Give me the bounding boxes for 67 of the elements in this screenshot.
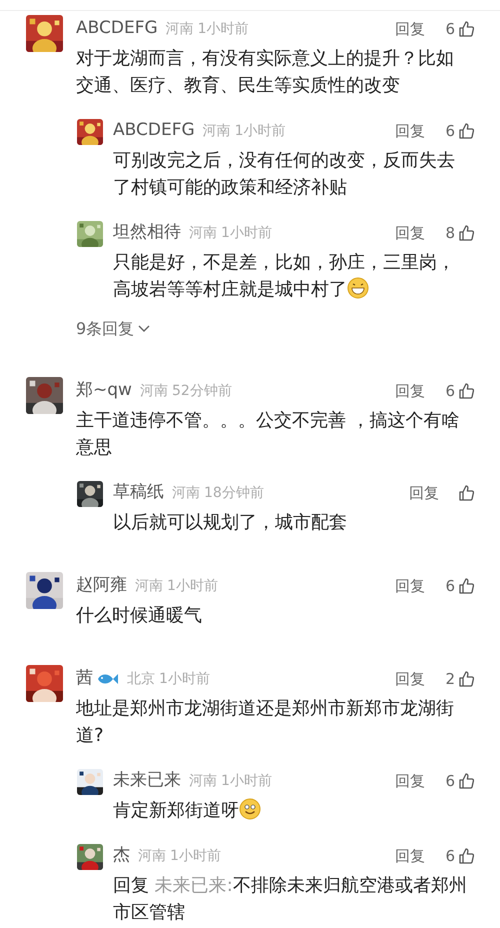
reply-button[interactable]: 回复	[395, 380, 425, 402]
thumbs-up-icon	[459, 485, 474, 501]
reply-button[interactable]: 回复	[395, 668, 425, 690]
like-count: 6	[444, 120, 455, 142]
like-count: 6	[444, 576, 455, 597]
timestamp: 1小时前	[198, 20, 249, 38]
location: 河南	[189, 772, 217, 790]
location: 河南	[138, 846, 166, 866]
user-name: ABCDEFG	[113, 119, 195, 142]
timestamp: 1小时前	[167, 576, 218, 596]
like-count: 6	[444, 18, 455, 40]
timestamp: 1小时前	[221, 772, 272, 790]
comment-text: 只能是好，不是差，比如，孙庄，三里岗，高坡岩等等村庄就是城中村了	[113, 251, 456, 302]
reply-button[interactable]: 回复	[395, 120, 425, 142]
like-count: 6	[444, 380, 455, 402]
user-name: 杰	[113, 844, 130, 868]
timestamp: 1小时前	[234, 122, 286, 140]
timestamp: 1小时前	[170, 846, 221, 866]
reply-button[interactable]: 回复	[395, 844, 425, 868]
comment-text: 可别改完之后，没有任何的改变，反而失去了村镇可能的政策和经济补贴	[113, 149, 456, 200]
thumbs-up-icon	[459, 383, 474, 399]
thumbs-up-icon	[459, 848, 474, 864]
user-name: 未来已来	[113, 769, 181, 792]
comment-text: 对于龙湖而言，有没有实际意义上的提升？比如交通、医疗、教育、民生等实质性的改变	[76, 47, 455, 98]
like-count: 6	[444, 846, 455, 867]
timestamp: 52分钟前	[172, 382, 232, 400]
reply-button[interactable]: 回复	[395, 770, 425, 792]
chevron-down-icon	[138, 325, 150, 333]
thumbs-up-icon	[459, 123, 474, 139]
comment-text: 回复 未来已来:不排除未来归航空港或者郑州市区管辖	[113, 874, 468, 925]
fish-icon	[97, 672, 119, 686]
thumbs-up-icon	[459, 225, 474, 241]
location: 河南	[172, 484, 200, 502]
timestamp: 1小时前	[159, 670, 210, 688]
reply-button[interactable]: 回复	[409, 482, 439, 504]
location: 河南	[202, 122, 231, 140]
user-name: 赵阿雍	[76, 574, 127, 598]
thumbs-up-icon	[459, 773, 474, 789]
thumbs-up-icon	[459, 578, 474, 594]
location: 河南	[189, 224, 217, 242]
reply-button[interactable]: 回复	[395, 18, 425, 40]
smiling-face-icon	[239, 798, 261, 820]
user-name: ABCDEFG	[76, 17, 158, 40]
location: 河南	[140, 382, 168, 400]
grinning-face-icon	[347, 277, 369, 299]
timestamp: 18分钟前	[204, 484, 264, 502]
thumbs-up-icon	[459, 21, 474, 37]
timestamp: 1小时前	[221, 224, 272, 242]
user-name: 郑~qw	[76, 379, 132, 402]
more-replies-link[interactable]: 9条回复	[76, 317, 150, 341]
like-count: 6	[444, 770, 455, 792]
like-count: 8	[444, 222, 455, 244]
location: 河南	[166, 20, 194, 38]
comment-text: 什么时候通暖气	[76, 604, 203, 628]
reply-button[interactable]: 回复	[395, 222, 425, 244]
location: 河南	[135, 576, 163, 596]
thumbs-up-icon	[459, 671, 474, 687]
location: 北京	[127, 670, 155, 688]
reply-button[interactable]: 回复	[395, 574, 425, 598]
comment-text: 以后就可以规划了，城市配套	[113, 511, 348, 535]
comment-text: 主干道违停不管。。。公交不完善 ，搞这个有啥意思	[76, 409, 461, 460]
user-name: 草稿纸	[113, 481, 164, 504]
like-count: 2	[444, 668, 455, 690]
user-name: 坦然相待	[113, 221, 181, 244]
comment-text: 地址是郑州市龙湖街道还是郑州市新郑市龙湖街道?	[76, 697, 455, 748]
user-name: 茜	[76, 667, 93, 690]
comment-text: 肯定新郑街道呀	[113, 797, 474, 824]
